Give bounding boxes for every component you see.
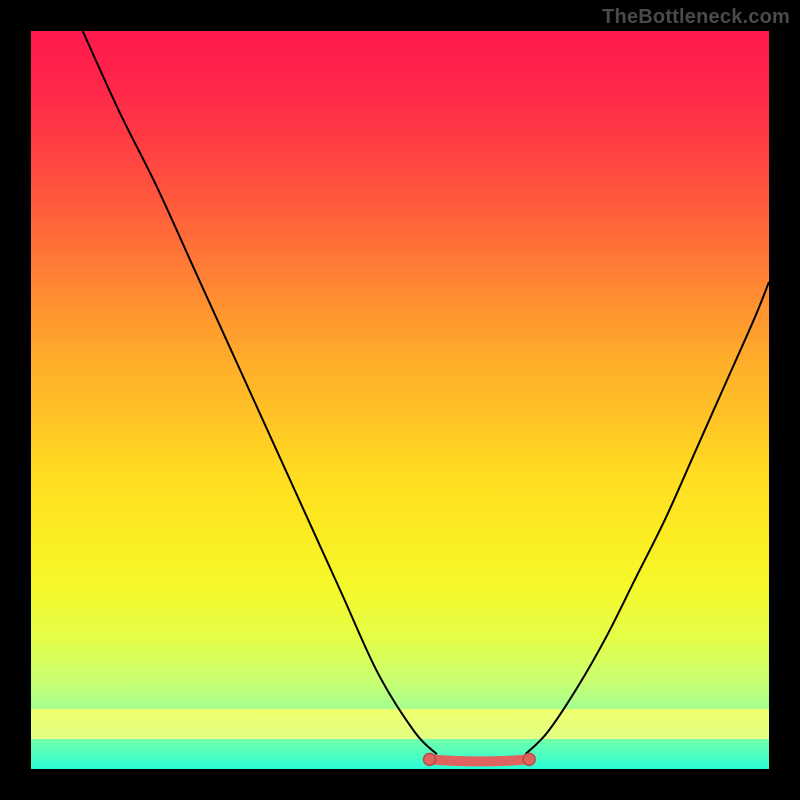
chart-frame: TheBottleneck.com [0,0,800,800]
curve-svg [31,31,769,769]
curve-left-branch [83,31,437,754]
curve-right-branch [525,282,769,754]
plot-area [31,31,769,769]
watermark-text: TheBottleneck.com [602,6,790,29]
plateau-segment [430,759,530,761]
plateau-left-cap [424,753,436,765]
plateau-right-cap [523,753,535,765]
